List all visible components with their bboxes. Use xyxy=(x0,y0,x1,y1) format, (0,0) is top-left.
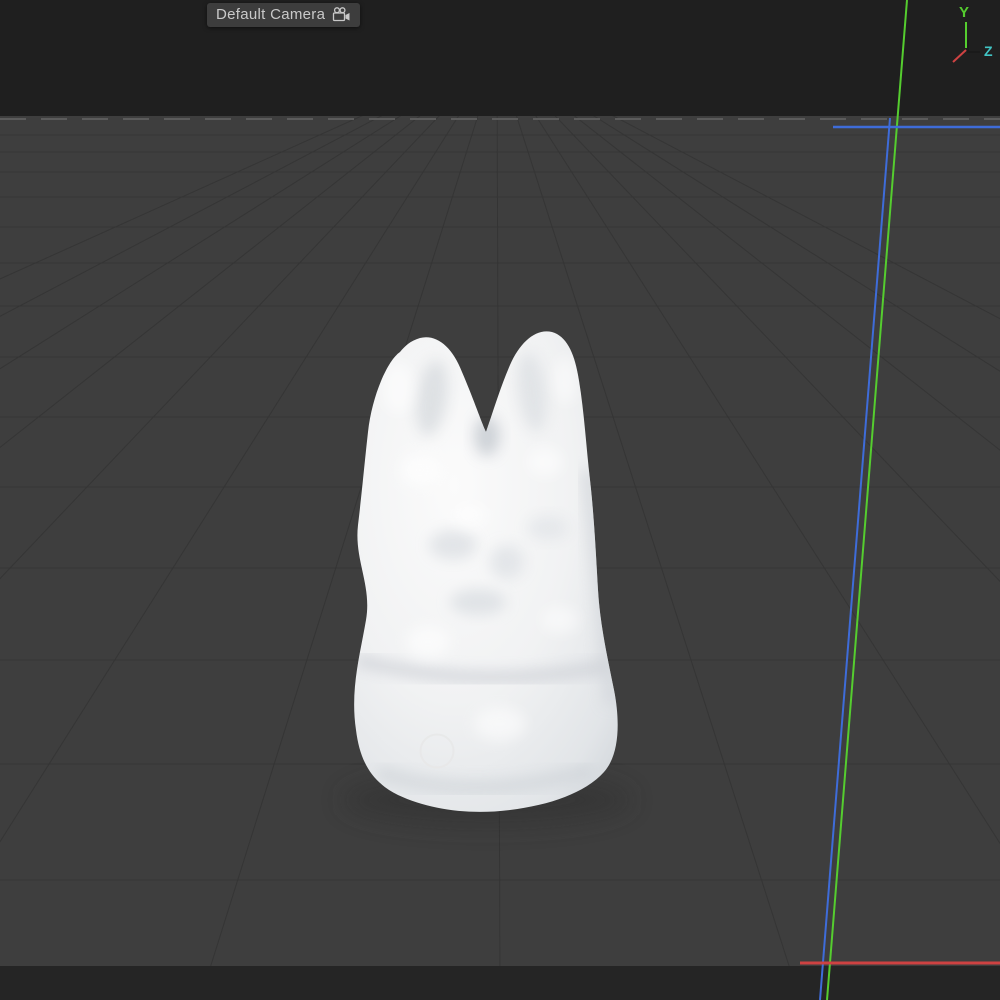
camera-selector[interactable]: Default Camera xyxy=(207,3,360,27)
top-bar xyxy=(0,0,1000,116)
scene-canvas[interactable]: Y Z xyxy=(0,0,1000,1000)
bottom-bar xyxy=(0,966,1000,1000)
gizmo-y-label: Y xyxy=(959,4,969,21)
viewport[interactable]: Y Z Default Camera xyxy=(0,0,1000,1000)
camera-name-text: Default Camera xyxy=(216,6,325,23)
gizmo-z-label: Z xyxy=(984,43,993,59)
camera-icon xyxy=(332,7,351,22)
